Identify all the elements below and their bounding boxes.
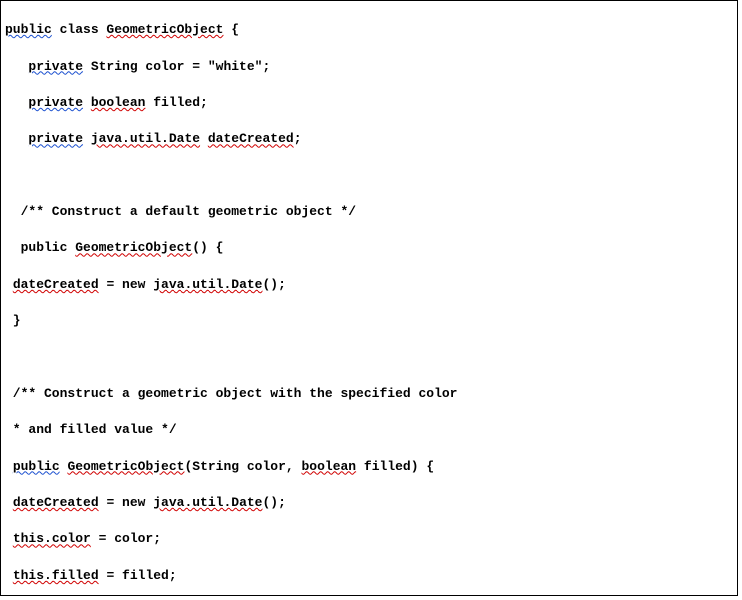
token: java.util.Date xyxy=(153,277,262,292)
code-line: public GeometricObject(String color, boo… xyxy=(5,458,733,476)
token xyxy=(5,495,13,510)
token xyxy=(5,277,13,292)
token xyxy=(5,459,13,474)
code-line: this.filled = filled; xyxy=(5,567,733,585)
token xyxy=(83,131,91,146)
token: () { xyxy=(192,240,223,255)
code-line: this.color = color; xyxy=(5,530,733,548)
code-container: public class GeometricObject { private S… xyxy=(0,0,738,596)
token: = new xyxy=(99,277,154,292)
token: filled; xyxy=(145,95,207,110)
code-line: /** Construct a geometric object with th… xyxy=(5,385,733,403)
token: String color = "white"; xyxy=(83,59,270,74)
token: boolean xyxy=(91,95,146,110)
token: GeometricObject xyxy=(75,240,192,255)
blank-line xyxy=(5,167,733,185)
token: (String color, xyxy=(184,459,301,474)
token xyxy=(200,131,208,146)
token: this.filled xyxy=(13,568,99,583)
token: (); xyxy=(262,277,285,292)
token: public xyxy=(5,240,75,255)
token: java.util.Date xyxy=(91,131,200,146)
token: (); xyxy=(262,495,285,510)
token: GeometricObject xyxy=(106,22,223,37)
token: public xyxy=(13,459,60,474)
code-line: private java.util.Date dateCreated; xyxy=(5,130,733,148)
token: private xyxy=(28,95,83,110)
token: private xyxy=(28,131,83,146)
code-line: } xyxy=(5,312,733,330)
token: = new xyxy=(99,495,154,510)
token: private xyxy=(28,59,83,74)
code-line: private String color = "white"; xyxy=(5,58,733,76)
code-line: * and filled value */ xyxy=(5,421,733,439)
token: boolean xyxy=(302,459,357,474)
token: this.color xyxy=(13,531,91,546)
token: dateCreated xyxy=(208,131,294,146)
token xyxy=(83,95,91,110)
code-line: dateCreated = new java.util.Date(); xyxy=(5,494,733,512)
token xyxy=(5,568,13,583)
token: { xyxy=(223,22,239,37)
token: class xyxy=(52,22,107,37)
token: dateCreated xyxy=(13,495,99,510)
token: public xyxy=(5,22,52,37)
token: = color; xyxy=(91,531,161,546)
token: = filled; xyxy=(99,568,177,583)
token: dateCreated xyxy=(13,277,99,292)
code-line: public GeometricObject() { xyxy=(5,239,733,257)
token xyxy=(5,531,13,546)
token: GeometricObject xyxy=(67,459,184,474)
token: java.util.Date xyxy=(153,495,262,510)
code-line: /** Construct a default geometric object… xyxy=(5,203,733,221)
code-line: dateCreated = new java.util.Date(); xyxy=(5,276,733,294)
code-line: public class GeometricObject { xyxy=(5,21,733,39)
token: filled) { xyxy=(356,459,434,474)
code-line: private boolean filled; xyxy=(5,94,733,112)
token: ; xyxy=(294,131,302,146)
blank-line xyxy=(5,349,733,367)
